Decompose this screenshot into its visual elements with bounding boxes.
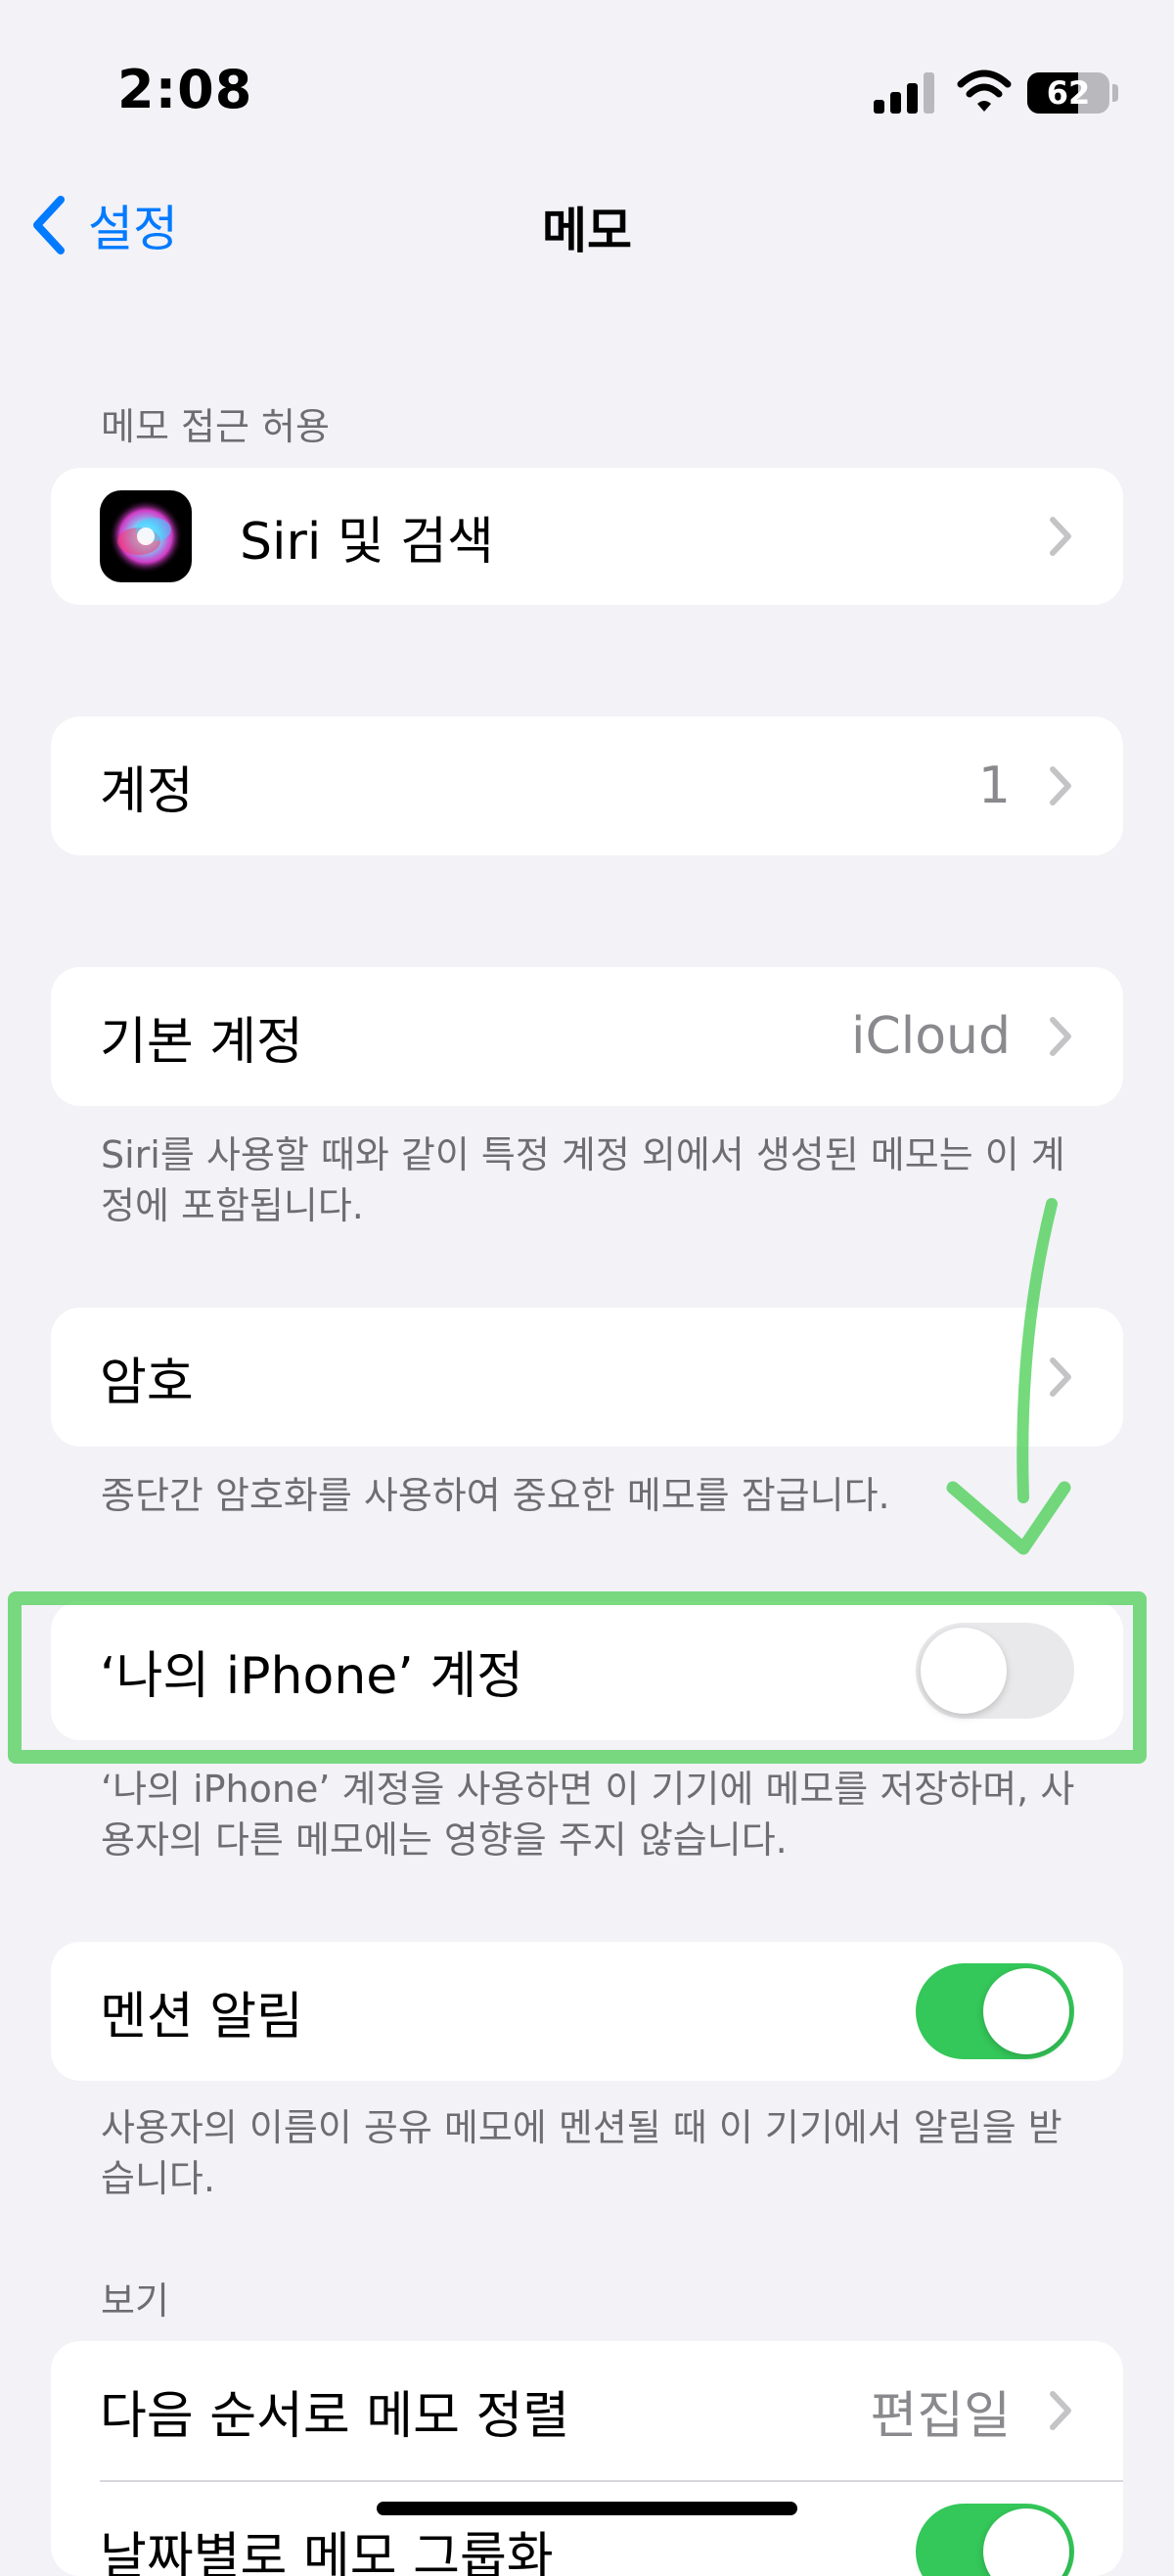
- access-group: Siri 및 검색: [51, 468, 1123, 605]
- chevron-right-icon: [1047, 514, 1074, 559]
- sort-notes-row[interactable]: 다음 순서로 메모 정렬 편집일: [51, 2341, 1123, 2480]
- mentions-footer: 사용자의 이름이 공유 메모에 멘션될 때 이 기기에서 알림을 받습니다.: [101, 2102, 1089, 2204]
- chevron-right-icon: [1047, 1014, 1074, 1059]
- password-label: 암호: [100, 1341, 194, 1414]
- chevron-right-icon: [1047, 763, 1074, 808]
- accounts-row[interactable]: 계정 1: [51, 716, 1123, 855]
- arrow-annotation-icon: [939, 1194, 1086, 1566]
- toggle-knob: [983, 1968, 1069, 2054]
- view-group: 다음 순서로 메모 정렬 편집일 날짜별로 메모 그룹화: [51, 2341, 1123, 2576]
- default-account-group: 기본 계정 iCloud: [51, 967, 1123, 1106]
- group-by-date-label: 날짜별로 메모 그룹화: [100, 2515, 554, 2576]
- default-account-value: iCloud: [851, 1007, 1011, 1066]
- battery-percent: 62: [1027, 74, 1109, 112]
- mentions-label: 멘션 알림: [100, 1975, 303, 2048]
- siri-search-label: Siri 및 검색: [240, 500, 494, 574]
- sort-notes-label: 다음 순서로 메모 정렬: [100, 2374, 569, 2448]
- mentions-group: 멘션 알림: [51, 1942, 1123, 2081]
- group-by-date-row: 날짜별로 메모 그룹화: [51, 2482, 1123, 2576]
- section-header-access: 메모 접근 허용: [101, 396, 330, 450]
- mentions-toggle[interactable]: [916, 1963, 1074, 2059]
- highlight-annotation: [8, 1591, 1147, 1764]
- status-time: 2:08: [117, 59, 252, 120]
- battery-tip: [1112, 84, 1118, 102]
- section-header-view: 보기: [101, 2271, 169, 2324]
- siri-search-row[interactable]: Siri 및 검색: [51, 468, 1123, 605]
- battery-icon: 62: [1027, 72, 1109, 114]
- accounts-label: 계정: [100, 750, 194, 823]
- wifi-icon: [957, 69, 1012, 114]
- default-account-label: 기본 계정: [100, 1000, 303, 1074]
- on-my-iphone-footer: ‘나의 iPhone’ 계정을 사용하면 이 기기에 메모를 저장하며, 사용자…: [101, 1764, 1089, 1865]
- chevron-right-icon: [1047, 2388, 1074, 2433]
- default-account-row[interactable]: 기본 계정 iCloud: [51, 967, 1123, 1106]
- group-by-date-toggle[interactable]: [916, 2504, 1074, 2576]
- home-indicator[interactable]: [377, 2502, 797, 2515]
- mentions-row: 멘션 알림: [51, 1942, 1123, 2081]
- sort-notes-value: 편집일: [870, 2374, 1011, 2448]
- page-title: 메모: [0, 192, 1174, 262]
- accounts-count: 1: [978, 757, 1011, 815]
- siri-icon: [100, 490, 192, 582]
- signal-icon: [874, 72, 934, 114]
- accounts-group: 계정 1: [51, 716, 1123, 855]
